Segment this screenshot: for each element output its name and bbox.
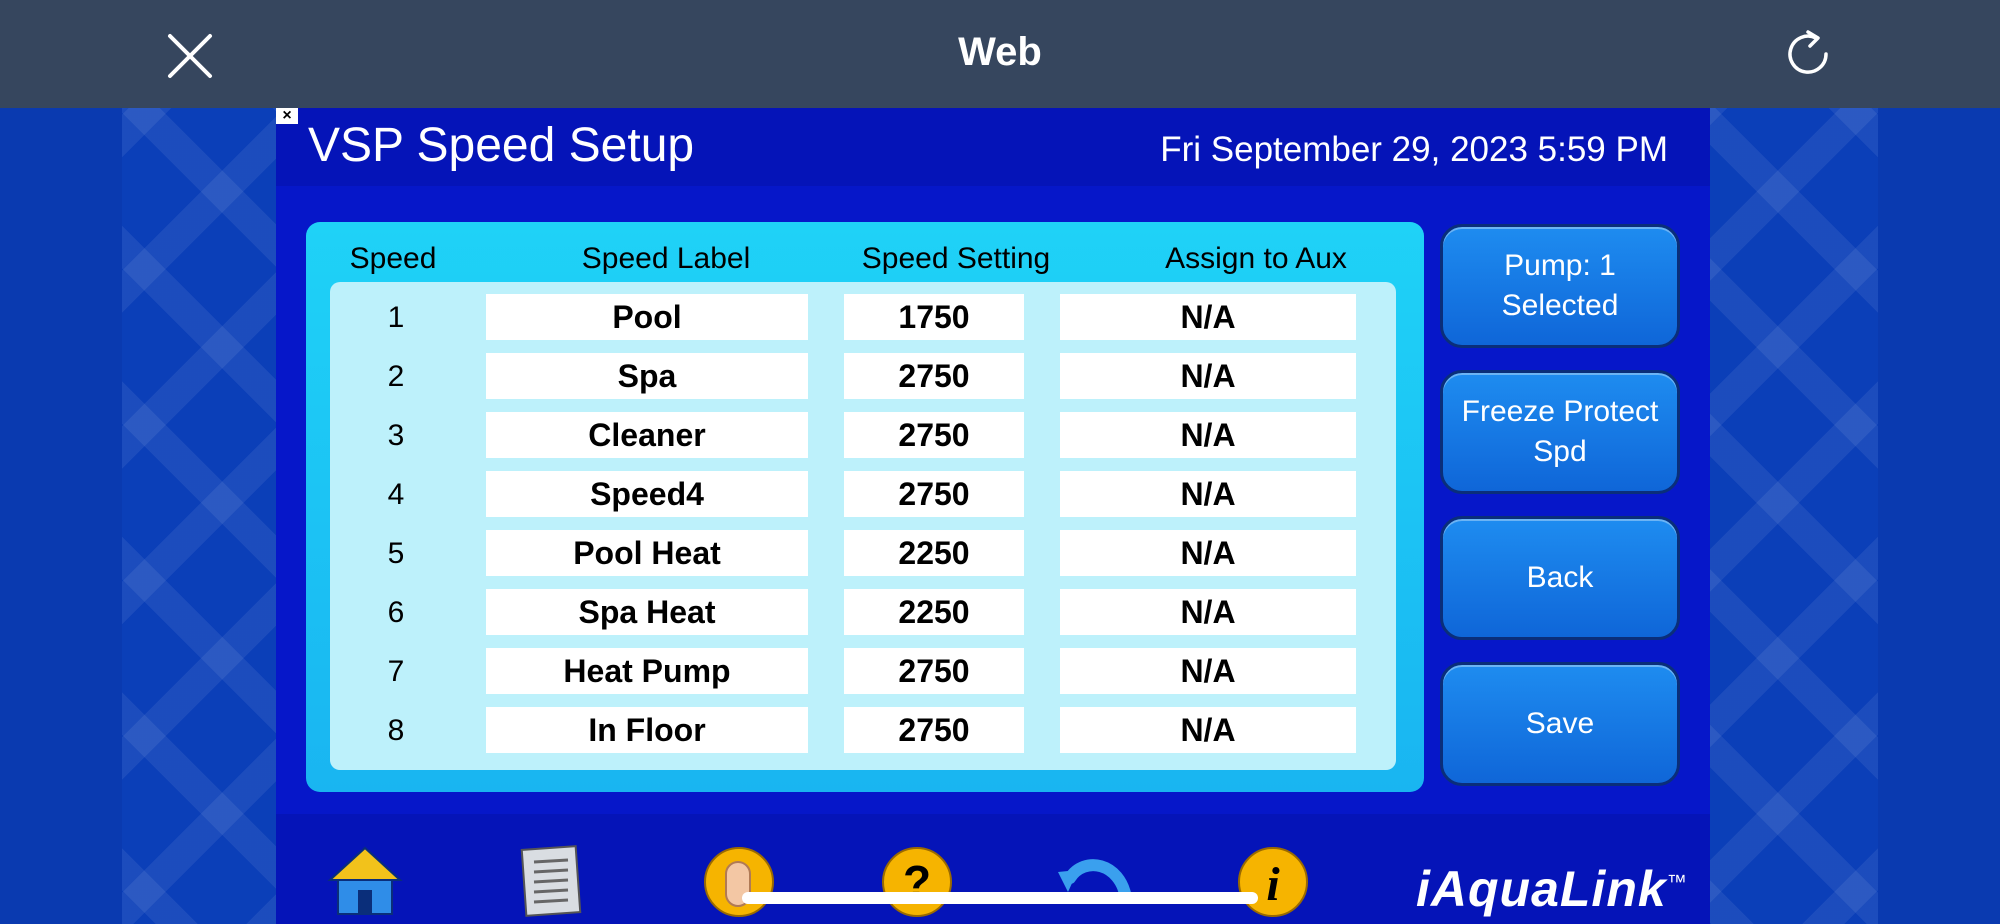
app-header: VSP Speed Setup Fri September 29, 2023 5… <box>276 108 1710 186</box>
table-row: 5 Pool Heat 2250 N/A <box>330 530 1396 578</box>
background-edge-left <box>0 108 122 924</box>
speed-number: 7 <box>387 655 405 688</box>
speed-label-field[interactable]: Pool <box>486 294 808 340</box>
speed-setting-field[interactable]: 2750 <box>844 412 1024 458</box>
bottom-nav: ? i iAquaLink™ <box>276 814 1710 924</box>
speed-number: 8 <box>387 714 405 747</box>
assign-aux-field[interactable]: N/A <box>1060 294 1356 340</box>
freeze-protect-button[interactable]: Freeze Protect Spd <box>1440 370 1680 494</box>
menu-icon[interactable] <box>512 842 590 918</box>
speed-label-field[interactable]: Speed4 <box>486 471 808 517</box>
assign-aux-field[interactable]: N/A <box>1060 530 1356 576</box>
speed-number: 6 <box>387 596 405 629</box>
speed-number: 1 <box>387 301 405 334</box>
speed-setting-field[interactable]: 2750 <box>844 471 1024 517</box>
pump-selected-button[interactable]: Pump: 1 Selected <box>1440 224 1680 348</box>
iaqualink-logo: iAquaLink™ <box>1416 861 1688 917</box>
app-panel: VSP Speed Setup Fri September 29, 2023 5… <box>276 108 1710 924</box>
dismiss-icon[interactable]: × <box>276 108 298 124</box>
speed-setting-field[interactable]: 2750 <box>844 353 1024 399</box>
speed-setting-field[interactable]: 1750 <box>844 294 1024 340</box>
speed-label-field[interactable]: Spa Heat <box>486 589 808 635</box>
speed-label-field[interactable]: In Floor <box>486 707 808 753</box>
assign-aux-field[interactable]: N/A <box>1060 471 1356 517</box>
table-body: 1 Pool 1750 N/A 2 Spa 2750 N/A 3 Cleaner… <box>330 282 1396 770</box>
speed-number: 2 <box>387 360 405 393</box>
back-button[interactable]: Back <box>1440 516 1680 640</box>
column-header-speed: Speed <box>349 242 437 275</box>
speed-label-field[interactable]: Cleaner <box>486 412 808 458</box>
datetime: Fri September 29, 2023 5:59 PM <box>1160 130 1668 169</box>
speed-label-field[interactable]: Spa <box>486 353 808 399</box>
table-row: 2 Spa 2750 N/A <box>330 353 1396 401</box>
speed-setting-field[interactable]: 2250 <box>844 530 1024 576</box>
back-arrow-icon[interactable] <box>1054 842 1132 918</box>
save-button[interactable]: Save <box>1440 662 1680 786</box>
browser-topbar: Web <box>0 0 2000 108</box>
home-icon[interactable] <box>326 842 404 918</box>
table-row: 7 Heat Pump 2750 N/A <box>330 648 1396 696</box>
reload-icon[interactable] <box>1782 28 1834 80</box>
assign-aux-field[interactable]: N/A <box>1060 353 1356 399</box>
assign-aux-field[interactable]: N/A <box>1060 589 1356 635</box>
browser-title: Web <box>958 30 1042 74</box>
assign-aux-field[interactable]: N/A <box>1060 412 1356 458</box>
assign-aux-field[interactable]: N/A <box>1060 648 1356 694</box>
background-edge-right <box>1878 108 2000 924</box>
table-row: 1 Pool 1750 N/A <box>330 294 1396 342</box>
speed-label-field[interactable]: Heat Pump <box>486 648 808 694</box>
assign-aux-field[interactable]: N/A <box>1060 707 1356 753</box>
speed-number: 3 <box>387 419 405 452</box>
speed-label-field[interactable]: Pool Heat <box>486 530 808 576</box>
svg-text:i: i <box>1266 858 1280 911</box>
page-title: VSP Speed Setup <box>308 119 695 172</box>
help-icon[interactable]: ? <box>878 842 956 918</box>
speed-setting-field[interactable]: 2750 <box>844 707 1024 753</box>
speed-number: 4 <box>387 478 405 511</box>
column-header-speed-label: Speed Label <box>581 242 751 275</box>
table-row: 4 Speed4 2750 N/A <box>330 471 1396 519</box>
column-header-assign-aux: Assign to Aux <box>1165 242 1347 275</box>
column-header-speed-setting: Speed Setting <box>861 242 1051 275</box>
table-row: 6 Spa Heat 2250 N/A <box>330 589 1396 637</box>
speed-table: Speed Speed Label Speed Setting Assign t… <box>306 222 1424 792</box>
table-row: 3 Cleaner 2750 N/A <box>330 412 1396 460</box>
speed-number: 5 <box>387 537 405 570</box>
home-indicator <box>742 892 1258 904</box>
speed-setting-field[interactable]: 2750 <box>844 648 1024 694</box>
speed-setting-field[interactable]: 2250 <box>844 589 1024 635</box>
one-touch-icon[interactable] <box>700 842 778 918</box>
table-row: 8 In Floor 2750 N/A <box>330 707 1396 755</box>
info-icon[interactable]: i <box>1234 842 1312 918</box>
